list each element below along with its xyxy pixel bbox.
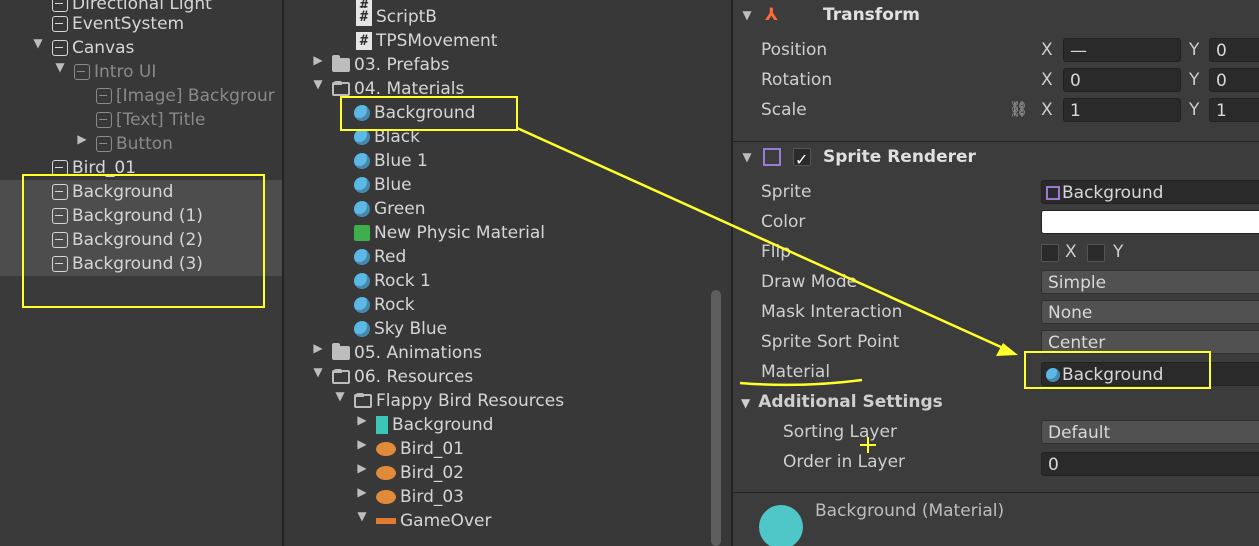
annotation-overlay — [516, 126, 1018, 453]
annotation-arrow-line — [516, 126, 1013, 354]
annotation-underline — [739, 378, 863, 387]
cursor-sparkle-icon — [860, 437, 876, 453]
